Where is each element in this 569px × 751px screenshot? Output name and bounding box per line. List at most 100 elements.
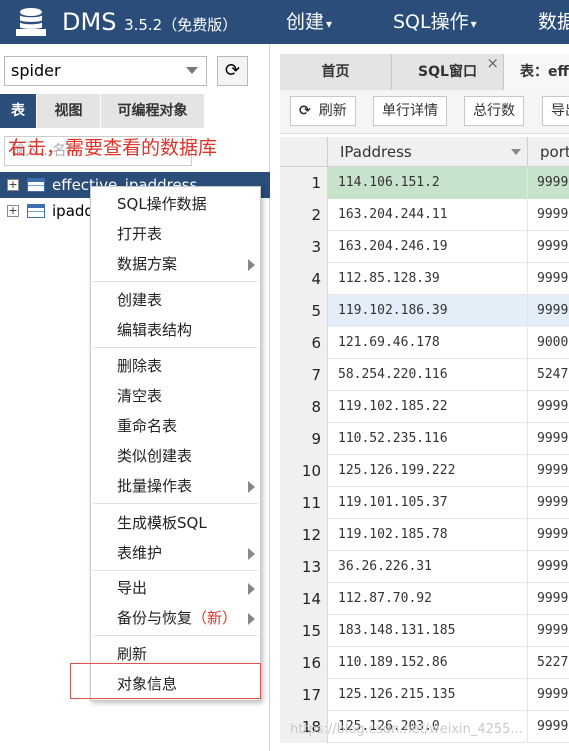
row-number: 1	[280, 167, 328, 199]
menu-item-sql-data[interactable]: SQL操作数据	[91, 189, 260, 219]
cell-ipaddress[interactable]: 125.126.215.135	[328, 679, 528, 711]
column-header-label: IPaddress	[340, 143, 412, 161]
table-row[interactable]: 5 119.102.186.39 9999	[280, 295, 569, 327]
nav-data-menu[interactable]: 数据	[538, 8, 569, 36]
cell-port[interactable]: 5247	[528, 359, 569, 391]
cell-ipaddress[interactable]: 110.52.235.116	[328, 423, 528, 455]
close-icon[interactable]: ×	[486, 45, 499, 81]
cell-ipaddress[interactable]: 119.102.185.22	[328, 391, 528, 423]
cell-port[interactable]: 9999	[528, 711, 569, 743]
cell-port[interactable]: 9999	[528, 551, 569, 583]
cell-port[interactable]: 5227	[528, 647, 569, 679]
cell-ipaddress[interactable]: 121.69.46.178	[328, 327, 528, 359]
menu-item-create-like[interactable]: 类似创建表	[91, 441, 260, 471]
cell-ipaddress[interactable]: 125.126.199.222	[328, 455, 528, 487]
table-row[interactable]: 12 119.102.185.78 9999	[280, 519, 569, 551]
cell-port[interactable]: 9999	[528, 583, 569, 615]
cell-port[interactable]: 9999	[528, 519, 569, 551]
tab-home[interactable]: 首页	[280, 54, 392, 90]
menu-item-open-table[interactable]: 打开表	[91, 219, 260, 249]
cell-port[interactable]: 9999	[528, 199, 569, 231]
cell-port[interactable]: 9999	[528, 231, 569, 263]
menu-item-backup-restore[interactable]: 备份与恢复（新）	[91, 603, 260, 633]
menu-item-create-table[interactable]: 创建表	[91, 285, 260, 315]
nav-sql-menu[interactable]: SQL操作 ▾	[393, 8, 477, 38]
data-grid: IPaddress port 1 114.106.151.2 9999 2 163.20…	[280, 137, 569, 751]
cell-port[interactable]: 9999	[528, 423, 569, 455]
menu-item-generate-sql[interactable]: 生成模板SQL	[91, 508, 260, 538]
refresh-icon: ⟳	[299, 103, 311, 119]
table-row[interactable]: 11 119.101.105.37 9999	[280, 487, 569, 519]
cell-ipaddress[interactable]: 110.189.152.86	[328, 647, 528, 679]
cell-port[interactable]: 9999	[528, 487, 569, 519]
cell-port[interactable]: 9999	[528, 679, 569, 711]
top-navbar: DMS 3.5.2（免费版） 创建 ▾ SQL操作 ▾ 数据	[0, 0, 569, 44]
expand-icon[interactable]: +	[7, 205, 19, 217]
cell-ipaddress[interactable]: 36.26.226.31	[328, 551, 528, 583]
cell-ipaddress[interactable]: 58.254.220.116	[328, 359, 528, 391]
table-row[interactable]: 14 112.87.70.92 9999	[280, 583, 569, 615]
table-row[interactable]: 8 119.102.185.22 9999	[280, 391, 569, 423]
expand-icon[interactable]: +	[7, 179, 19, 191]
nav-create-menu[interactable]: 创建 ▾	[286, 8, 332, 38]
menu-item-label: 删除表	[117, 357, 163, 375]
highlight-box	[70, 663, 261, 699]
table-row[interactable]: 7 58.254.220.116 5247	[280, 359, 569, 391]
menu-item-drop-table[interactable]: 删除表	[91, 351, 260, 381]
menu-item-label: 打开表	[117, 225, 163, 243]
cell-ipaddress[interactable]: 112.87.70.92	[328, 583, 528, 615]
table-row[interactable]: 10 125.126.199.222 9999	[280, 455, 569, 487]
table-row[interactable]: 16 110.189.152.86 5227	[280, 647, 569, 679]
refresh-database-button[interactable]: ⟳	[217, 56, 248, 86]
menu-item-table-maintenance[interactable]: 表维护	[91, 538, 260, 568]
cell-port[interactable]: 9999	[528, 295, 569, 327]
cell-port[interactable]: 9000	[528, 327, 569, 359]
table-row[interactable]: 3 163.204.246.19 9999	[280, 231, 569, 263]
column-header-port[interactable]: port	[528, 137, 569, 167]
tab-table-effective-ipaddress[interactable]: 表：effective_ipaddress	[504, 54, 569, 90]
database-select[interactable]: spider	[4, 56, 207, 86]
cell-ipaddress[interactable]: 119.102.186.39	[328, 295, 528, 327]
menu-item-truncate-table[interactable]: 清空表	[91, 381, 260, 411]
column-menu-icon[interactable]	[511, 149, 521, 155]
cell-port[interactable]: 9999	[528, 615, 569, 647]
cell-ipaddress[interactable]: 112.85.128.39	[328, 263, 528, 295]
tab-label: 表：effective_ipaddress	[520, 64, 569, 80]
table-row[interactable]: 4 112.85.128.39 9999	[280, 263, 569, 295]
content-tabs: 首页 SQL窗口× 表：effective_ipaddress	[280, 54, 569, 90]
menu-item-export[interactable]: 导出	[91, 573, 260, 603]
submenu-arrow-icon	[248, 583, 255, 595]
cell-ipaddress[interactable]: 163.204.246.19	[328, 231, 528, 263]
table-row[interactable]: 17 125.126.215.135 9999	[280, 679, 569, 711]
table-row[interactable]: 1 114.106.151.2 9999	[280, 167, 569, 199]
tab-programmable-objects[interactable]: 可编程对象	[101, 94, 204, 128]
column-header-label: port	[540, 143, 569, 161]
menu-item-edit-structure[interactable]: 编辑表结构	[91, 315, 260, 345]
table-row[interactable]: 9 110.52.235.116 9999	[280, 423, 569, 455]
cell-port[interactable]: 9999	[528, 167, 569, 199]
table-row[interactable]: 15 183.148.131.185 9999	[280, 615, 569, 647]
cell-ipaddress[interactable]: 119.101.105.37	[328, 487, 528, 519]
row-detail-button[interactable]: 单行详情	[373, 96, 447, 126]
cell-port[interactable]: 9999	[528, 263, 569, 295]
row-count-button[interactable]: 总行数	[464, 96, 524, 126]
menu-item-data-scheme[interactable]: 数据方案	[91, 249, 260, 279]
table-row[interactable]: 2 163.204.244.11 9999	[280, 199, 569, 231]
tab-views[interactable]: 视图	[37, 94, 100, 128]
tab-tables[interactable]: 表	[0, 94, 36, 128]
cell-ipaddress[interactable]: 163.204.244.11	[328, 199, 528, 231]
cell-port[interactable]: 9999	[528, 391, 569, 423]
tab-sql-window[interactable]: SQL窗口 ×	[392, 54, 504, 90]
cell-ipaddress[interactable]: 119.102.185.78	[328, 519, 528, 551]
refresh-button[interactable]: ⟳ 刷新	[290, 96, 356, 126]
cell-ipaddress[interactable]: 114.106.151.2	[328, 167, 528, 199]
cell-port[interactable]: 9999	[528, 455, 569, 487]
export-button[interactable]: 导出	[542, 96, 569, 126]
submenu-arrow-icon	[248, 548, 255, 560]
table-row[interactable]: 13 36.26.226.31 9999	[280, 551, 569, 583]
menu-item-batch-operations[interactable]: 批量操作表	[91, 471, 260, 501]
column-header-ipaddress[interactable]: IPaddress	[328, 137, 528, 167]
table-row[interactable]: 6 121.69.46.178 9000	[280, 327, 569, 359]
cell-ipaddress[interactable]: 183.148.131.185	[328, 615, 528, 647]
menu-item-rename-table[interactable]: 重命名表	[91, 411, 260, 441]
